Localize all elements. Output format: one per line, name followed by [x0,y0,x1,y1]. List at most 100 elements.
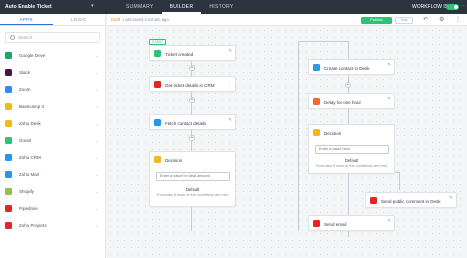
search-input[interactable]: Search [5,32,100,43]
slack-icon [5,69,12,76]
zoho-desk-icon [5,120,12,127]
tab-builder[interactable]: BUILDER [161,0,202,14]
chevron-down-icon: ⌄ [95,172,99,177]
decision-node-2[interactable]: Decision Enter a value here Default Exec… [308,124,395,174]
trigger-icon [154,50,161,57]
top-nav: SUMMARY BUILDER HISTORY [118,0,242,14]
zoho-mail-icon [5,171,12,178]
more-icon[interactable]: ⋯ [461,3,466,9]
canvas-toolbar: Draft Last saved a minute ago Publish Tes… [107,14,467,26]
decision-node[interactable]: Decision Enter a value for deal amount D… [149,151,236,207]
action-node-send-comment[interactable]: Send public comment in Desk ✎ [365,192,457,208]
decision-icon [313,129,320,136]
decision-default-sub: Executes if none of the conditions are m… [316,164,387,168]
trigger-label: Ticket created [165,52,194,57]
zoom-icon [5,86,12,93]
publish-button[interactable]: Publish [361,16,392,24]
left-panel: APPS LOGIC Search Google Drive ⌄ Slack ⌄ Z… [0,14,106,258]
action-node-create-contact[interactable]: Create contact in Desk ✎ [308,59,395,75]
chevron-down-icon: ⌄ [95,189,99,194]
draft-badge: Draft [111,17,121,22]
chevron-down-icon: ⌄ [95,223,99,228]
action-node-send-email[interactable]: Send email ✎ [308,215,395,231]
pipedrive-icon [5,205,12,212]
saved-text: Last saved a minute ago [123,17,169,22]
top-header: Auto Enable Ticket ▾ SUMMARY BUILDER HIS… [0,0,467,14]
chevron-down-icon: ⌄ [95,53,99,58]
app-item-zoho-desk[interactable]: Zoho Desk ⌄ [0,115,105,132]
add-step-icon[interactable]: + [345,82,351,88]
edit-icon[interactable]: ✎ [387,62,391,68]
action-node-get-ticket[interactable]: Get ticket details in CRM ⋮ [149,76,236,92]
app-item-gmail[interactable]: Gmail ⌄ [0,132,105,149]
google-drive-icon [5,52,12,59]
app-item-zoom[interactable]: Zoom ⌄ [0,81,105,98]
edit-icon[interactable]: ✎ [228,48,232,54]
start-tag: START [149,39,167,45]
zoho-desk-icon [370,197,377,204]
add-step-icon[interactable]: + [189,97,195,103]
zoho-projects-icon [5,222,12,229]
edit-icon[interactable]: ✎ [387,96,391,102]
chevron-down-icon: ⌄ [95,138,99,143]
app-item-slack[interactable]: Slack ⌄ [0,64,105,81]
zoho-crm-icon [5,154,12,161]
chevron-down-icon: ⌄ [95,206,99,211]
more-icon[interactable]: ⋮ [455,16,461,23]
chevron-down-icon: ⌄ [95,104,99,109]
edit-icon[interactable]: ✎ [387,218,391,224]
tab-logic[interactable]: LOGIC [53,14,106,25]
chevron-down-icon: ⌄ [95,121,99,126]
app-item-zoho-mail[interactable]: Zoho Mail ⌄ [0,166,105,183]
decision-condition-field[interactable]: Enter a value for deal amount [156,172,230,181]
decision-default-label: Default [344,158,359,163]
zoho-desk-icon [313,64,320,71]
chevron-down-icon: ⌄ [95,155,99,160]
zoho-desk-icon [154,119,161,126]
connector-line [399,172,400,190]
app-list: Google Drive ⌄ Slack ⌄ Zoom ⌄ Basecamp 3 ⌄ Z… [0,47,105,234]
app-item-pipedrive[interactable]: Pipedrive ⌄ [0,200,105,217]
gmail-icon [313,220,320,227]
settings-icon[interactable]: ⚙ [439,16,444,23]
trigger-node[interactable]: Ticket created ✎ [149,45,236,61]
workflow-title[interactable]: Auto Enable Ticket [5,4,52,10]
add-step-icon[interactable]: + [189,65,195,71]
app-item-shopify[interactable]: Shopify ⌄ [0,183,105,200]
tab-summary[interactable]: SUMMARY [118,0,162,14]
gmail-icon [5,137,12,144]
tab-apps[interactable]: APPS [0,14,53,25]
app-item-basecamp[interactable]: Basecamp 3 ⌄ [0,98,105,115]
chevron-down-icon: ⌄ [95,70,99,75]
workflow-toggle[interactable] [446,4,459,10]
app-item-zoho-crm[interactable]: Zoho CRM ⌄ [0,149,105,166]
chevron-down-icon: ⌄ [95,87,99,92]
app-item-zoho-projects[interactable]: Zoho Projects ⌄ [0,217,105,234]
save-status: Draft Last saved a minute ago [111,17,169,22]
test-button[interactable]: Test [395,16,413,24]
shopify-icon [5,188,12,195]
basecamp-icon [5,103,12,110]
connector-line [298,41,349,42]
edit-icon[interactable]: ✎ [449,195,453,201]
workflow-canvas[interactable]: Ticket created ✎ START + Get ticket deta… [107,27,467,258]
delay-icon [313,98,320,105]
workflow-status-label: WORKFLOW IS [412,4,449,10]
action-node-fetch-contact[interactable]: Fetch contact details ✎ [149,114,236,130]
undo-icon[interactable]: ↶ [423,16,428,23]
decision-default-sub: Executes if none of the conditions are m… [157,193,228,197]
add-step-icon[interactable]: + [189,135,195,141]
left-panel-tabs: APPS LOGIC [0,14,105,26]
decision-default-label: Default [185,187,200,192]
edit-icon[interactable]: ✎ [228,117,232,123]
delay-node[interactable]: Delay for one hour ✎ [308,93,395,109]
chevron-down-icon[interactable]: ▾ [91,3,94,9]
connector-line [298,41,299,231]
decision-condition-field[interactable]: Enter a value here [315,145,389,154]
search-placeholder: Search [18,35,33,40]
tab-history[interactable]: HISTORY [201,0,241,14]
more-icon[interactable]: ⋮ [228,82,232,87]
decision-icon [154,156,161,163]
app-item-google-drive[interactable]: Google Drive ⌄ [0,47,105,64]
zoho-crm-icon [154,81,161,88]
